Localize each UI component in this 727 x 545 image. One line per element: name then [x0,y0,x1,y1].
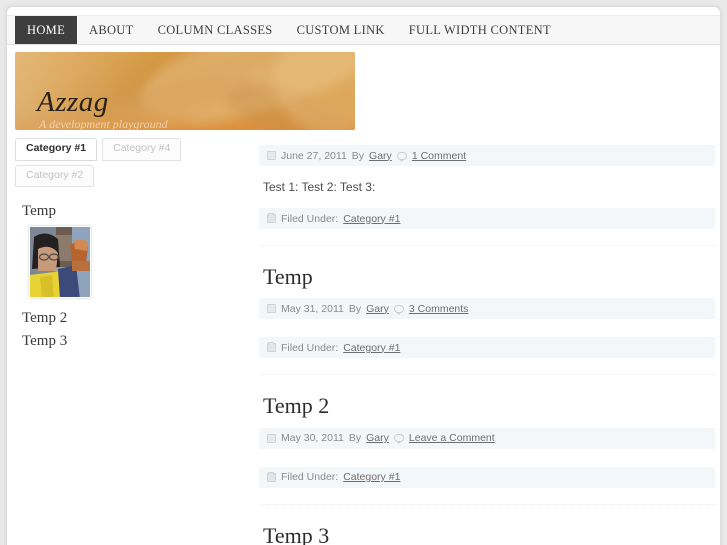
post-author-link[interactable]: Gary [369,150,392,162]
sidebar-post-link-temp-2[interactable]: Temp 2 [22,308,210,328]
site-title[interactable]: Azzag [37,88,109,117]
post-comments-link[interactable]: 1 Comment [412,150,466,162]
post-date: June 27, 2011 [281,149,347,162]
post-by-label: By [351,149,365,162]
main-content: June 27, 2011 By Gary 1 Comment Test 1: … [259,145,715,545]
filed-under-label: Filed Under: [281,341,339,354]
post-title-link[interactable]: Temp [263,264,715,289]
post-date: May 31, 2011 [281,302,344,315]
dune-texture-icon [221,76,349,130]
calendar-icon [267,433,276,443]
post-divider [261,503,715,505]
filed-under-label: Filed Under: [281,212,339,225]
nav-item-full-width-content[interactable]: FULL WIDTH CONTENT [397,16,563,44]
post-meta-bar: May 30, 2011 By Gary Leave a Comment [259,427,715,449]
post-divider [261,374,715,376]
person-photo-icon [30,227,90,298]
folder-icon [267,213,276,223]
post-spacer [259,319,715,328]
post-entry: Temp 3 [259,523,715,545]
post-comments-link[interactable]: Leave a Comment [409,432,495,444]
post-comments-link[interactable]: 3 Comments [409,303,469,315]
comment-icon [393,434,404,445]
site-header-banner[interactable]: Azzag A development playground [15,52,355,130]
post-body-text: Test 1: Test 2: Test 3: [263,180,376,194]
folder-icon [267,471,276,482]
post-category-link[interactable]: Category #1 [343,342,400,354]
nav-item-home[interactable]: HOME [15,16,78,44]
nav-item-about[interactable]: ABOUT [77,16,146,44]
post-entry: Temp May 31, 2011 By Gary 3 Comments Fil… [259,264,715,376]
main-navigation: HOME ABOUT COLUMN CLASSES CUSTOM LINK FU… [7,15,720,45]
sidebar-tab-category-1[interactable]: Category #1 [15,138,98,161]
site-tagline: A development playground [39,117,168,130]
comment-icon [396,151,407,162]
comment-icon [393,304,404,315]
post-divider [261,245,715,246]
sidebar-tab-category-2[interactable]: Category #2 [15,164,95,188]
sidebar-post-link-temp[interactable]: Temp [22,201,210,221]
post-by-label: By [348,432,362,445]
sidebar-tabs: Category #1 Category #4 Category #2 [15,138,203,188]
post-date: May 30, 2011 [281,432,344,445]
post-title-link[interactable]: Temp 3 [263,523,715,545]
folder-icon [267,342,276,353]
calendar-icon [267,151,276,160]
post-filed-under-bar: Filed Under: Category #1 [259,466,715,488]
site-container: HOME ABOUT COLUMN CLASSES CUSTOM LINK FU… [6,6,721,545]
calendar-icon [267,304,276,314]
dune-texture-icon [254,52,355,130]
post-title-link[interactable]: Temp 2 [263,393,715,418]
dune-texture-icon [179,52,355,130]
post-category-link[interactable]: Category #1 [343,471,400,483]
post-author-link[interactable]: Gary [366,432,389,444]
sidebar: Category #1 Category #4 Category #2 Temp [15,138,210,353]
page-background: HOME ABOUT COLUMN CLASSES CUSTOM LINK FU… [0,0,727,545]
sidebar-post-list: Temp Temp 2 Temp 3 [15,201,210,351]
sidebar-tab-category-4[interactable]: Category #4 [102,138,182,161]
post-entry: June 27, 2011 By Gary 1 Comment Test 1: … [259,145,715,246]
post-filed-under-bar: Filed Under: Category #1 [259,337,715,359]
post-entry: Temp 2 May 30, 2011 By Gary Leave a Comm… [259,393,715,505]
nav-item-custom-link[interactable]: CUSTOM LINK [285,16,397,44]
sidebar-post-thumbnail[interactable] [29,226,91,299]
nav-item-column-classes[interactable]: COLUMN CLASSES [146,16,285,44]
post-meta-bar: June 27, 2011 By Gary 1 Comment [259,145,715,166]
post-spacer [259,449,715,458]
post-by-label: By [348,302,362,315]
post-meta-bar: May 31, 2011 By Gary 3 Comments [259,298,715,320]
filed-under-label: Filed Under: [281,471,339,484]
sidebar-post-link-temp-3[interactable]: Temp 3 [22,331,210,351]
post-category-link[interactable]: Category #1 [343,213,400,225]
post-author-link[interactable]: Gary [366,303,389,315]
post-filed-under-bar: Filed Under: Category #1 [259,208,715,229]
